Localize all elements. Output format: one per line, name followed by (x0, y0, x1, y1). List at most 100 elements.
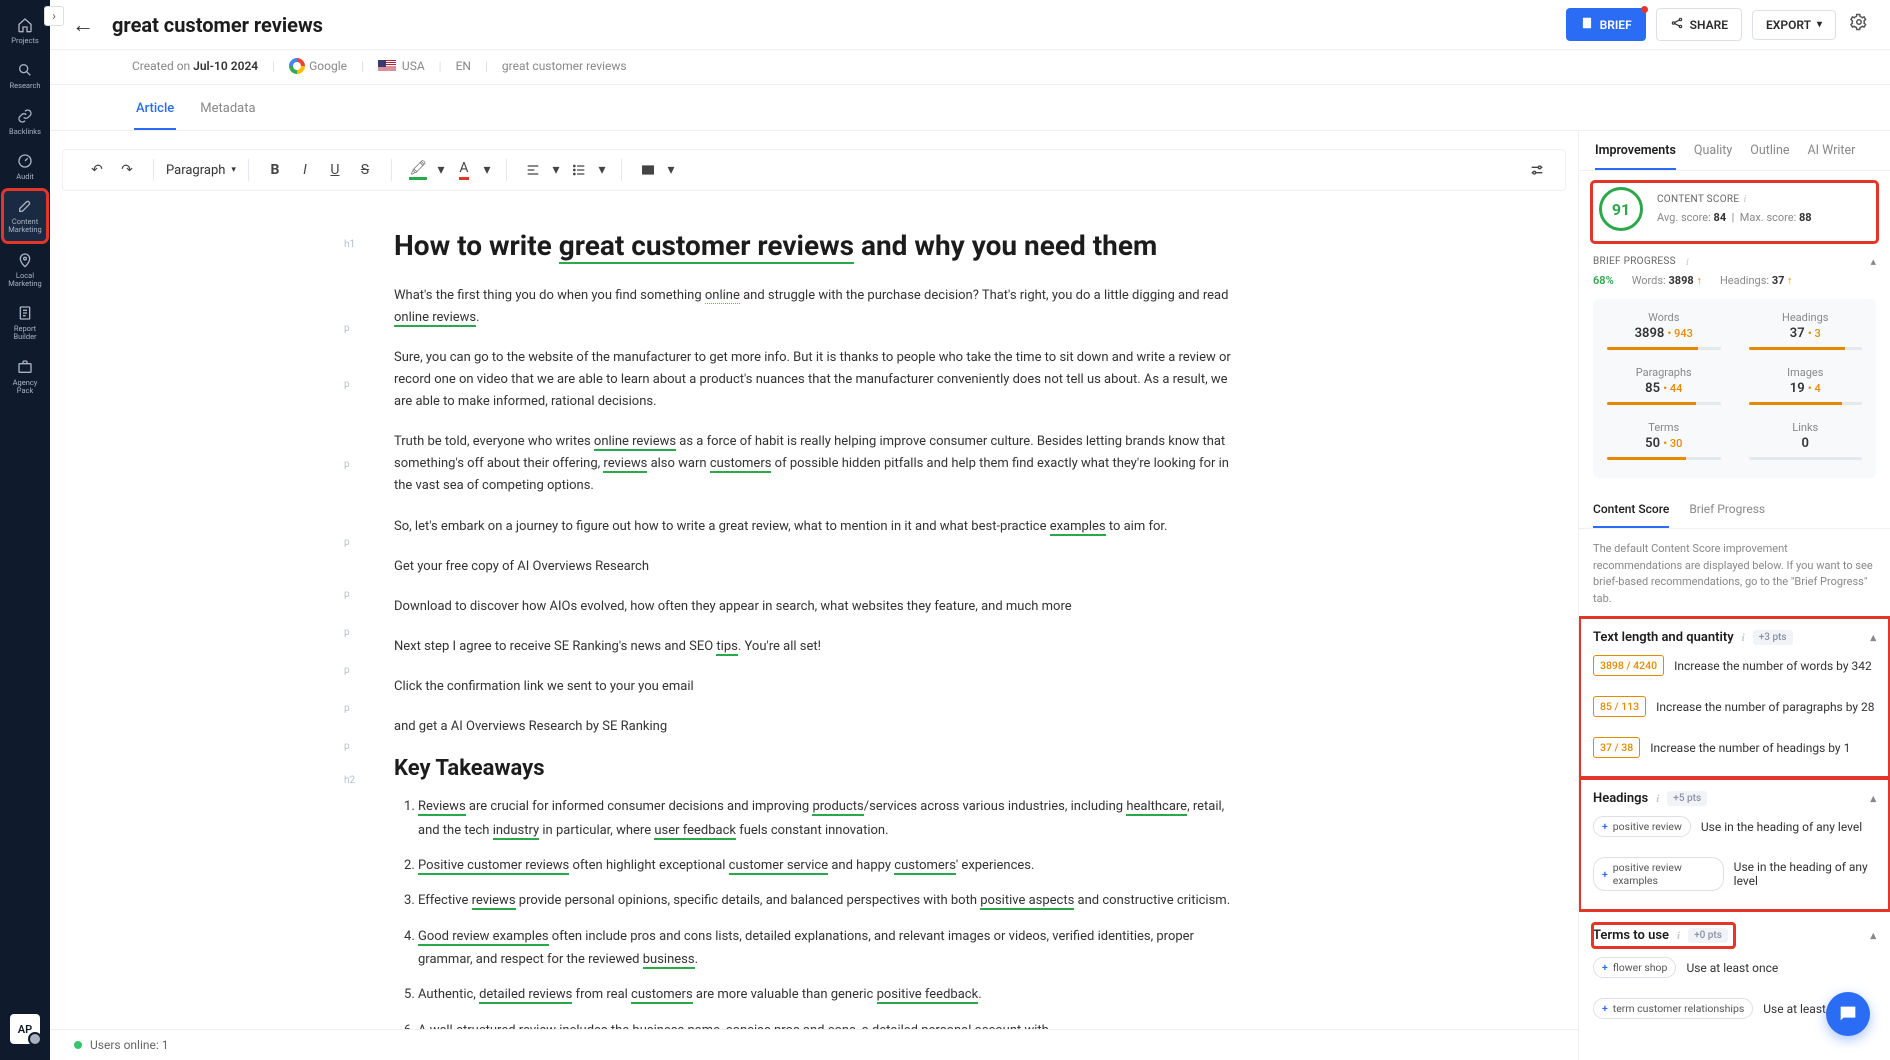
tab-improvements[interactable]: Improvements (1595, 143, 1676, 170)
google-engine: Google (289, 58, 347, 74)
article-p[interactable]: So, let's embark on a journey to figure … (394, 516, 1234, 538)
nav-content-marketing[interactable]: Content Marketing (4, 191, 46, 241)
image-button[interactable] (634, 156, 662, 184)
sidebar-toggle[interactable]: › (44, 6, 64, 26)
chevron-down-icon[interactable]: ▾ (434, 156, 448, 184)
underline-button[interactable]: U (321, 156, 349, 184)
share-button[interactable]: SHARE (1656, 8, 1742, 41)
metric-value: 37 • 3 (1745, 326, 1867, 341)
gauge-icon (16, 152, 34, 170)
rec-head[interactable]: Text length and quantity i +3 pts ▴ (1593, 630, 1876, 645)
content-score-box: 91 CONTENT SCOREi Avg. score: 84 | Max. … (1593, 183, 1876, 241)
chat-button[interactable] (1826, 992, 1870, 1036)
list-button[interactable] (565, 156, 593, 184)
chip-add[interactable]: +term customer relationships (1593, 998, 1753, 1019)
tab-quality[interactable]: Quality (1694, 143, 1732, 170)
article-p[interactable]: and get a AI Overviews Research by SE Ra… (394, 716, 1234, 738)
gear-icon[interactable] (1846, 9, 1872, 40)
nav-research[interactable]: Research (4, 55, 46, 96)
editor-scroll[interactable]: h1 How to write great customer reviews a… (50, 191, 1578, 1029)
redo-button[interactable]: ↷ (113, 156, 141, 184)
briefcase-icon (16, 358, 34, 376)
align-button[interactable] (519, 156, 547, 184)
panel-body[interactable]: 91 CONTENT SCOREi Avg. score: 84 | Max. … (1579, 171, 1890, 1060)
nav-report-builder[interactable]: Report Builder (4, 298, 46, 348)
back-button[interactable]: ← (68, 10, 98, 40)
article-p[interactable]: Next step I agree to receive SE Ranking'… (394, 636, 1234, 658)
tab-ai-writer[interactable]: AI Writer (1807, 143, 1855, 170)
chevron-up-icon[interactable]: ▴ (1870, 255, 1876, 268)
language: EN (456, 59, 471, 73)
chip-add[interactable]: +positive review examples (1593, 857, 1724, 891)
subtab-content-score[interactable]: Content Score (1593, 492, 1669, 528)
article-h2[interactable]: Key Takeaways (394, 756, 1234, 781)
info-icon[interactable]: i (1743, 191, 1746, 209)
meta-bar: Created on Jul-10 2024 | Google | USA | … (50, 50, 1890, 85)
share-label: SHARE (1690, 18, 1728, 32)
metric-name: Terms (1603, 421, 1725, 434)
info-icon[interactable]: i (1677, 930, 1680, 942)
article-p[interactable]: What's the first thing you do when you f… (394, 285, 1234, 329)
highlight-color-button[interactable]: 🖍 (404, 156, 432, 184)
chip: 85 / 113 (1593, 696, 1646, 717)
text-color-button[interactable]: A (450, 156, 478, 184)
article-list[interactable]: Reviews are crucial for informed consume… (394, 795, 1234, 1029)
export-button[interactable]: EXPORT ▾ (1752, 10, 1836, 40)
subtab-brief-progress[interactable]: Brief Progress (1689, 492, 1765, 528)
pin-icon (16, 251, 34, 269)
article-h1[interactable]: How to write great customer reviews and … (394, 227, 1234, 265)
undo-button[interactable]: ↶ (83, 156, 111, 184)
tab-outline[interactable]: Outline (1750, 143, 1789, 170)
rec-head[interactable]: Headings i +5 pts ▴ (1593, 791, 1876, 806)
metric-name: Paragraphs (1603, 366, 1725, 379)
metric: Paragraphs 85 • 44 (1603, 366, 1725, 417)
chevron-down-icon[interactable]: ▾ (549, 156, 563, 184)
rec-head[interactable]: Terms to use i +0 pts ▴ (1593, 924, 1876, 947)
italic-button[interactable]: I (291, 156, 319, 184)
nav-audit[interactable]: Audit (4, 146, 46, 187)
brief-label: BRIEF (1600, 18, 1632, 32)
chevron-down-icon[interactable]: ▾ (595, 156, 609, 184)
info-icon[interactable]: i (1742, 632, 1745, 644)
metric-value: 19 • 4 (1745, 381, 1867, 396)
chip-add[interactable]: +flower shop (1593, 957, 1676, 978)
score-circle: 91 (1599, 187, 1643, 231)
block-select[interactable]: Paragraph ▾ (160, 159, 242, 182)
chevron-down-icon[interactable]: ▾ (664, 156, 678, 184)
pts-chip: +0 pts (1688, 928, 1728, 943)
info-icon[interactable]: i (1686, 256, 1689, 268)
metrics-card: Words 3898 • 943 Headings 37 • 3 Paragra… (1593, 299, 1876, 478)
article-p[interactable]: Download to discover how AIOs evolved, h… (394, 596, 1234, 618)
chevron-up-icon: ▴ (1870, 631, 1876, 644)
block-label: Paragraph (166, 163, 225, 178)
settings-slider-icon[interactable] (1523, 156, 1551, 184)
nav-label: Local Marketing (6, 272, 44, 289)
bold-button[interactable]: B (261, 156, 289, 184)
article-p[interactable]: Get your free copy of AI Overviews Resea… (394, 556, 1234, 578)
chevron-down-icon: ▾ (231, 165, 236, 175)
article-p[interactable]: Truth be told, everyone who writes onlin… (394, 431, 1234, 497)
info-icon[interactable]: i (1656, 793, 1659, 805)
chevron-down-icon: ▾ (1817, 19, 1822, 30)
article-p[interactable]: Click the confirmation link we sent to y… (394, 676, 1234, 698)
tab-metadata[interactable]: Metadata (198, 91, 257, 130)
right-panel: Improvements Quality Outline AI Writer 9… (1578, 131, 1890, 1060)
chip-add[interactable]: +positive review (1593, 816, 1691, 837)
list-item: A well-structured review includes the bu… (418, 1019, 1234, 1029)
article-p[interactable]: Sure, you can go to the website of the m… (394, 347, 1234, 413)
page-title: great customer reviews (112, 13, 1552, 37)
rec-text: Increase the number of paragraphs by 28 (1656, 700, 1874, 714)
nav-backlinks[interactable]: Backlinks (4, 101, 46, 142)
metric-name: Headings (1745, 311, 1867, 324)
chevron-down-icon[interactable]: ▾ (480, 156, 494, 184)
nav-agency-pack[interactable]: Agency Pack (4, 352, 46, 402)
nav-projects[interactable]: Projects (4, 10, 46, 51)
brief-button[interactable]: BRIEF (1566, 8, 1646, 41)
strike-button[interactable]: S (351, 156, 379, 184)
created-label: Created on (132, 59, 193, 73)
avatar[interactable]: AP (10, 1014, 40, 1044)
pts-chip: +5 pts (1667, 791, 1707, 806)
users-online: Users online: 1 (90, 1038, 169, 1052)
nav-local-marketing[interactable]: Local Marketing (4, 245, 46, 295)
tab-article[interactable]: Article (134, 91, 176, 130)
